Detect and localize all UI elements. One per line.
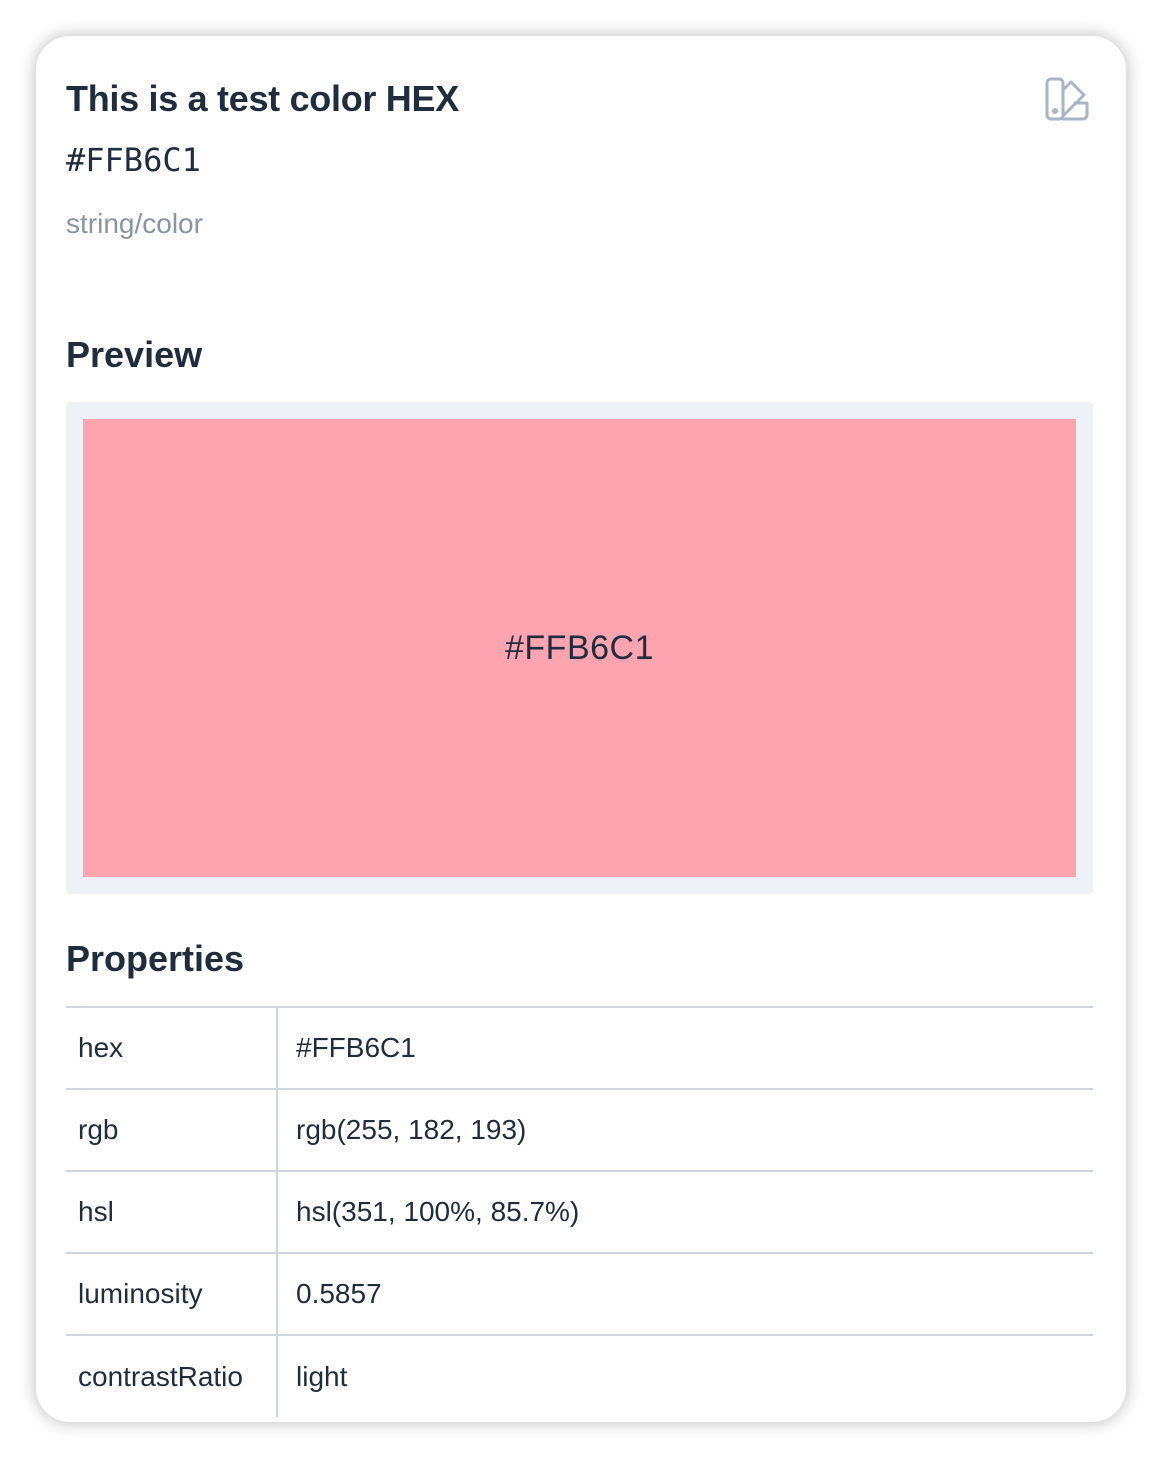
- properties-heading: Properties: [66, 938, 245, 979]
- property-key: hex: [66, 1006, 278, 1089]
- token-header: This is a test color HEX #FFB6C1 string/…: [66, 76, 459, 242]
- property-row: hex #FFB6C1: [66, 1006, 1093, 1089]
- property-row: hsl hsl(351, 100%, 85.7%): [66, 1170, 1093, 1253]
- property-key: luminosity: [66, 1252, 278, 1335]
- color-swatch-icon[interactable]: [1044, 76, 1090, 122]
- color-swatch: #FFB6C1: [83, 419, 1076, 877]
- token-value: #FFB6C1: [66, 141, 201, 179]
- token-title: This is a test color HEX: [66, 78, 459, 119]
- property-key: contrastRatio: [66, 1334, 278, 1417]
- property-value: rgb(255, 182, 193): [277, 1088, 1093, 1171]
- property-row: luminosity 0.5857: [66, 1252, 1093, 1335]
- token-card: This is a test color HEX #FFB6C1 string/…: [36, 36, 1126, 1422]
- property-row: contrastRatio light: [66, 1334, 1093, 1417]
- property-row: rgb rgb(255, 182, 193): [66, 1088, 1093, 1171]
- preview-frame: #FFB6C1: [66, 402, 1093, 894]
- property-value: #FFB6C1: [277, 1006, 1093, 1089]
- property-value: hsl(351, 100%, 85.7%): [277, 1170, 1093, 1253]
- swatch-label: #FFB6C1: [505, 628, 654, 667]
- preview-heading: Preview: [66, 334, 203, 375]
- property-key: rgb: [66, 1088, 278, 1171]
- properties-table: hex #FFB6C1 rgb rgb(255, 182, 193) hsl hsl(35…: [66, 1006, 1093, 1417]
- property-value: light: [277, 1334, 1093, 1417]
- property-key: hsl: [66, 1170, 278, 1253]
- property-value: 0.5857: [277, 1252, 1093, 1335]
- token-type: string/color: [66, 208, 203, 239]
